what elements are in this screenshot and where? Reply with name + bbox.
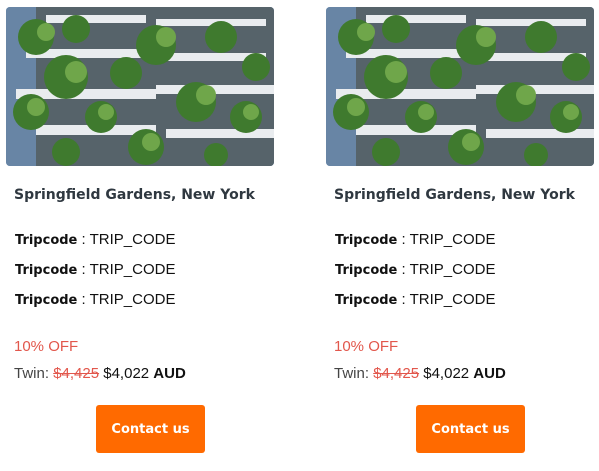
trip-card-grid: Springfield Gardens, New York Tripcode :… bbox=[0, 0, 599, 471]
meta-label: Tripcode bbox=[335, 233, 398, 248]
price-currency: AUD bbox=[473, 365, 506, 382]
trip-meta-row: Tripcode : TRIP_CODE bbox=[335, 261, 495, 278]
meta-separator: : bbox=[397, 261, 410, 278]
meta-separator: : bbox=[397, 291, 410, 308]
meta-label: Tripcode bbox=[335, 293, 398, 308]
price-line: Twin: $4,425 $4,022 AUD bbox=[334, 365, 506, 382]
trip-meta-row: Tripcode : TRIP_CODE bbox=[335, 291, 495, 308]
price-line: Twin: $4,425 $4,022 AUD bbox=[14, 365, 186, 382]
meta-value: TRIP_CODE bbox=[409, 291, 496, 308]
price-room-label: Twin: bbox=[14, 365, 54, 382]
meta-label: Tripcode bbox=[335, 263, 398, 278]
new-price: $4,022 bbox=[419, 365, 474, 382]
vertical-forest-building-image bbox=[6, 7, 274, 166]
meta-separator: : bbox=[397, 231, 410, 248]
trip-meta-row: Tripcode : TRIP_CODE bbox=[15, 261, 175, 278]
trip-card: Springfield Gardens, New York Tripcode :… bbox=[6, 7, 276, 467]
vertical-forest-building-image bbox=[326, 7, 594, 166]
contact-us-button[interactable]: Contact us bbox=[96, 405, 205, 453]
new-price: $4,022 bbox=[99, 365, 154, 382]
contact-us-button[interactable]: Contact us bbox=[416, 405, 525, 453]
price-room-label: Twin: bbox=[334, 365, 374, 382]
trip-meta-row: Tripcode : TRIP_CODE bbox=[335, 231, 495, 248]
discount-badge: 10% OFF bbox=[14, 338, 79, 355]
meta-value: TRIP_CODE bbox=[89, 231, 176, 248]
trip-photo bbox=[326, 7, 594, 166]
meta-value: TRIP_CODE bbox=[89, 291, 176, 308]
trip-title: Springfield Gardens, New York bbox=[14, 187, 255, 203]
trip-title: Springfield Gardens, New York bbox=[334, 187, 575, 203]
trip-card: Springfield Gardens, New York Tripcode :… bbox=[326, 7, 596, 467]
meta-separator: : bbox=[77, 231, 90, 248]
trip-photo bbox=[6, 7, 274, 166]
meta-separator: : bbox=[77, 261, 90, 278]
discount-badge: 10% OFF bbox=[334, 338, 399, 355]
price-currency: AUD bbox=[153, 365, 186, 382]
trip-meta-row: Tripcode : TRIP_CODE bbox=[15, 291, 175, 308]
meta-separator: : bbox=[77, 291, 90, 308]
meta-value: TRIP_CODE bbox=[89, 261, 176, 278]
meta-label: Tripcode bbox=[15, 263, 78, 278]
meta-label: Tripcode bbox=[15, 293, 78, 308]
meta-label: Tripcode bbox=[15, 233, 78, 248]
old-price: $4,425 bbox=[53, 365, 100, 382]
meta-value: TRIP_CODE bbox=[409, 261, 496, 278]
meta-value: TRIP_CODE bbox=[409, 231, 496, 248]
old-price: $4,425 bbox=[373, 365, 420, 382]
trip-meta-row: Tripcode : TRIP_CODE bbox=[15, 231, 175, 248]
